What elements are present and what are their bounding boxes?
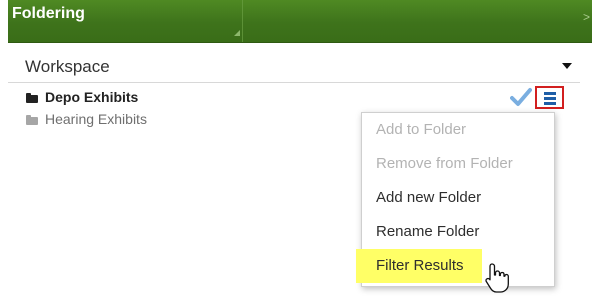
menu-item-label: Add to Folder [376, 121, 467, 138]
folder-icon [26, 115, 38, 125]
menu-item-label: Add new Folder [376, 189, 482, 206]
header-divider [242, 0, 243, 42]
checkmark-icon[interactable] [510, 87, 532, 107]
menu-item-filter-results[interactable]: Filter Results [356, 249, 554, 283]
menu-item-label: Rename Folder [376, 223, 480, 240]
menu-item-label: Filter Results [356, 249, 482, 283]
collapse-icon[interactable]: > [583, 10, 590, 24]
folder-icon [26, 93, 38, 103]
caret-down-icon[interactable] [562, 63, 572, 69]
foldering-panel-header: Foldering > [8, 0, 592, 43]
panel-title: Foldering [12, 5, 85, 22]
menu-item-remove-from-folder[interactable]: Remove from Folder [362, 147, 554, 181]
folder-label: Depo Exhibits [45, 89, 139, 105]
resize-grip-icon[interactable] [234, 30, 240, 36]
menu-item-add-new-folder[interactable]: Add new Folder [362, 181, 554, 215]
folder-actions-menu-button[interactable] [535, 86, 564, 109]
workspace-label: Workspace [25, 57, 110, 76]
hand-pointer-icon [485, 263, 509, 293]
folder-label: Hearing Exhibits [45, 111, 147, 127]
menu-item-label: Remove from Folder [376, 155, 513, 172]
menu-item-rename-folder[interactable]: Rename Folder [362, 215, 554, 249]
menu-item-add-to-folder[interactable]: Add to Folder [362, 113, 554, 147]
workspace-selector[interactable]: Workspace [8, 42, 580, 83]
folder-actions-dropdown: Add to Folder Remove from Folder Add new… [356, 112, 555, 287]
